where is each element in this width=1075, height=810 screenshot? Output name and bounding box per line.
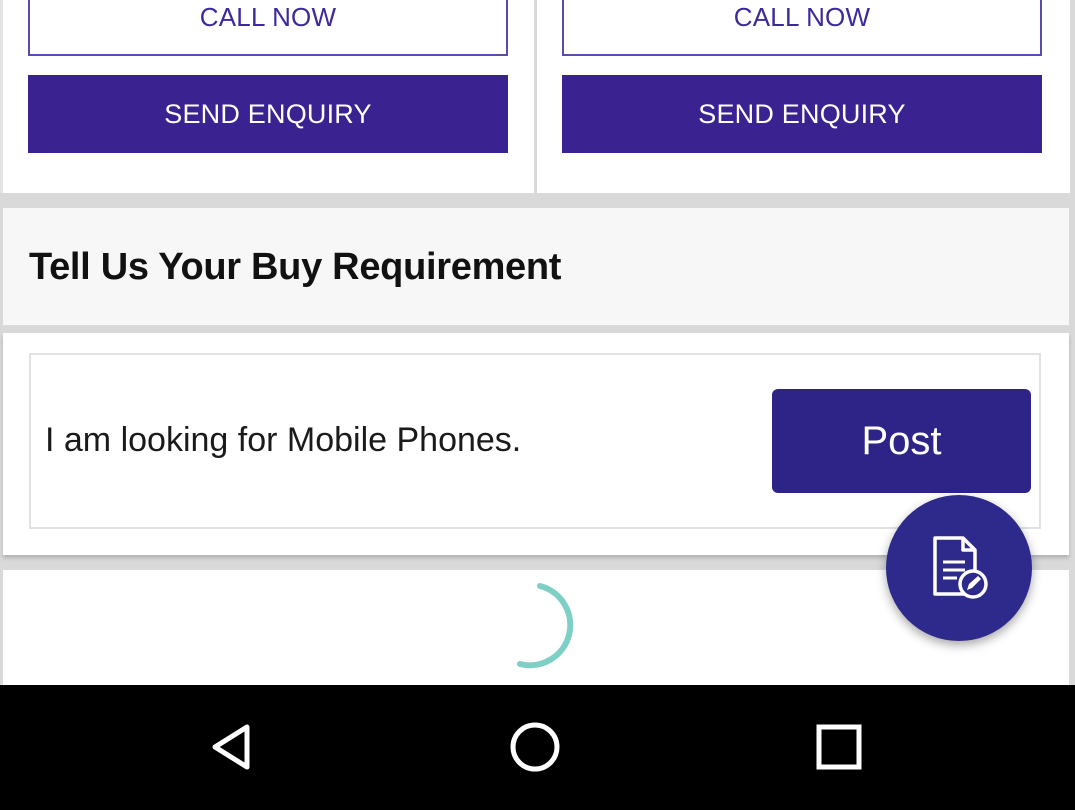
call-now-button[interactable]: CALL NOW: [28, 0, 508, 56]
loading-spinner-icon: [517, 583, 574, 669]
post-requirement-fab[interactable]: [886, 495, 1032, 641]
recents-icon: [816, 724, 862, 770]
back-button[interactable]: [187, 707, 277, 787]
requirement-title: Tell Us Your Buy Requirement: [29, 246, 562, 288]
requirement-header: Tell Us Your Buy Requirement: [3, 208, 1069, 325]
send-enquiry-button[interactable]: SEND ENQUIRY: [562, 75, 1042, 153]
back-icon: [212, 724, 250, 770]
android-nav-bar: [0, 685, 1075, 810]
home-button[interactable]: [490, 707, 580, 787]
post-button[interactable]: Post: [772, 389, 1031, 493]
app-screen: CALL NOW SEND ENQUIRY CALL NOW SEND ENQU…: [0, 0, 1075, 685]
requirement-input[interactable]: I am looking for Mobile Phones. Post: [29, 353, 1041, 529]
recents-button[interactable]: [794, 707, 884, 787]
requirement-input-text: I am looking for Mobile Phones.: [45, 421, 522, 459]
product-card: CALL NOW SEND ENQUIRY: [0, 0, 534, 193]
post-requirement-icon: [933, 536, 988, 599]
call-now-button[interactable]: CALL NOW: [562, 0, 1042, 56]
product-card: CALL NOW SEND ENQUIRY: [537, 0, 1070, 193]
send-enquiry-button[interactable]: SEND ENQUIRY: [28, 75, 508, 153]
home-icon: [510, 722, 560, 772]
